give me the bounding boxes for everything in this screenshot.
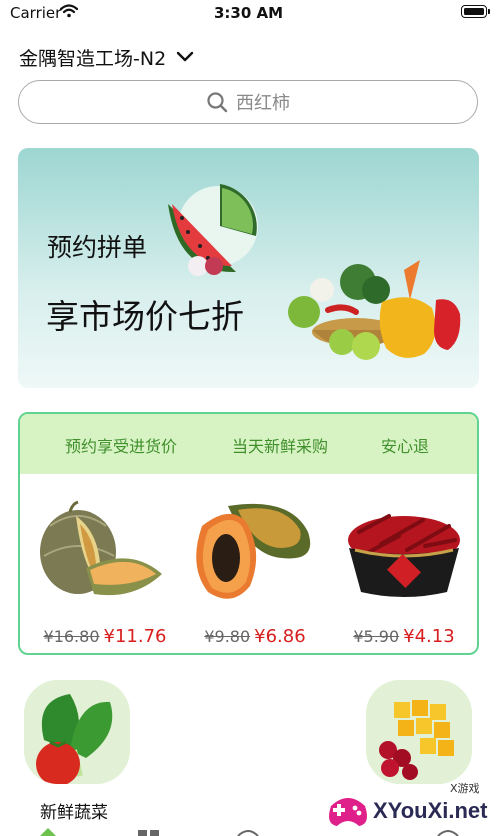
clock-time: 3:30 AM	[213, 4, 284, 22]
chevron-down-icon	[176, 51, 194, 62]
search-icon	[207, 92, 228, 113]
tab-fresh-purchase[interactable]: 当天新鲜采购	[232, 433, 328, 457]
watermark-small-text: X游戏	[450, 782, 480, 795]
category-fresh-vegetables[interactable]: 新鲜蔬菜	[18, 680, 130, 830]
category-tab-icon[interactable]	[138, 830, 160, 836]
tab-wholesale-price[interactable]: 预约享受进货价	[65, 433, 177, 457]
vegetables-image	[288, 260, 461, 360]
vegetable-category-image	[24, 680, 130, 784]
fruit-category-image	[366, 680, 472, 784]
location-selector[interactable]: 金隅智造工场-N2	[19, 44, 194, 70]
category-label: 新鲜蔬菜	[40, 803, 108, 823]
banner-title: 享市场价七折	[46, 297, 244, 336]
promo-tabs: 预约享受进货价 当天新鲜采购 安心退	[20, 414, 477, 474]
new-price: ¥4.13	[403, 626, 455, 647]
price-row: ¥16.80 ¥11.76	[30, 626, 180, 647]
product-card[interactable]: ¥9.80 ¥6.86	[180, 484, 330, 649]
product-card[interactable]: ¥16.80 ¥11.76	[30, 484, 180, 649]
old-price: ¥16.80	[43, 627, 100, 646]
status-bar: Carrier 3:30 AM	[0, 0, 497, 26]
search-placeholder: 西红柿	[236, 93, 290, 114]
profile-tab-icon[interactable]	[436, 828, 460, 836]
new-price: ¥11.76	[103, 626, 167, 647]
watermelon-image	[168, 184, 258, 276]
banner-subtitle: 预约拼单	[47, 233, 148, 262]
old-price: ¥5.90	[353, 627, 400, 646]
search-bar[interactable]: 西红柿	[18, 80, 478, 124]
new-price: ¥6.86	[254, 626, 306, 647]
old-price: ¥9.80	[204, 627, 251, 646]
battery-icon	[461, 5, 490, 18]
dried-chili-image	[348, 514, 460, 597]
promo-banner[interactable]: 预约拼单 享市场价七折	[18, 148, 479, 388]
location-name: 金隅智造工场-N2	[19, 47, 167, 70]
papaya-image	[196, 503, 311, 599]
promo-panel: 预约享受进货价 当天新鲜采购 安心退 ¥16.80 ¥11.76 ¥9.80 ¥…	[18, 412, 479, 655]
price-row: ¥9.80 ¥6.86	[180, 626, 330, 647]
home-tab-icon[interactable]	[38, 828, 58, 836]
tab-safe-refund[interactable]: 安心退	[381, 433, 429, 457]
watermark-text: XYouXi.net	[373, 798, 488, 823]
bottom-tab-bar	[0, 826, 497, 836]
cart-tab-icon[interactable]	[236, 828, 260, 836]
product-card[interactable]: ¥5.90 ¥4.13	[329, 484, 477, 649]
price-row: ¥5.90 ¥4.13	[329, 626, 477, 647]
cantaloupe-image	[40, 500, 162, 596]
